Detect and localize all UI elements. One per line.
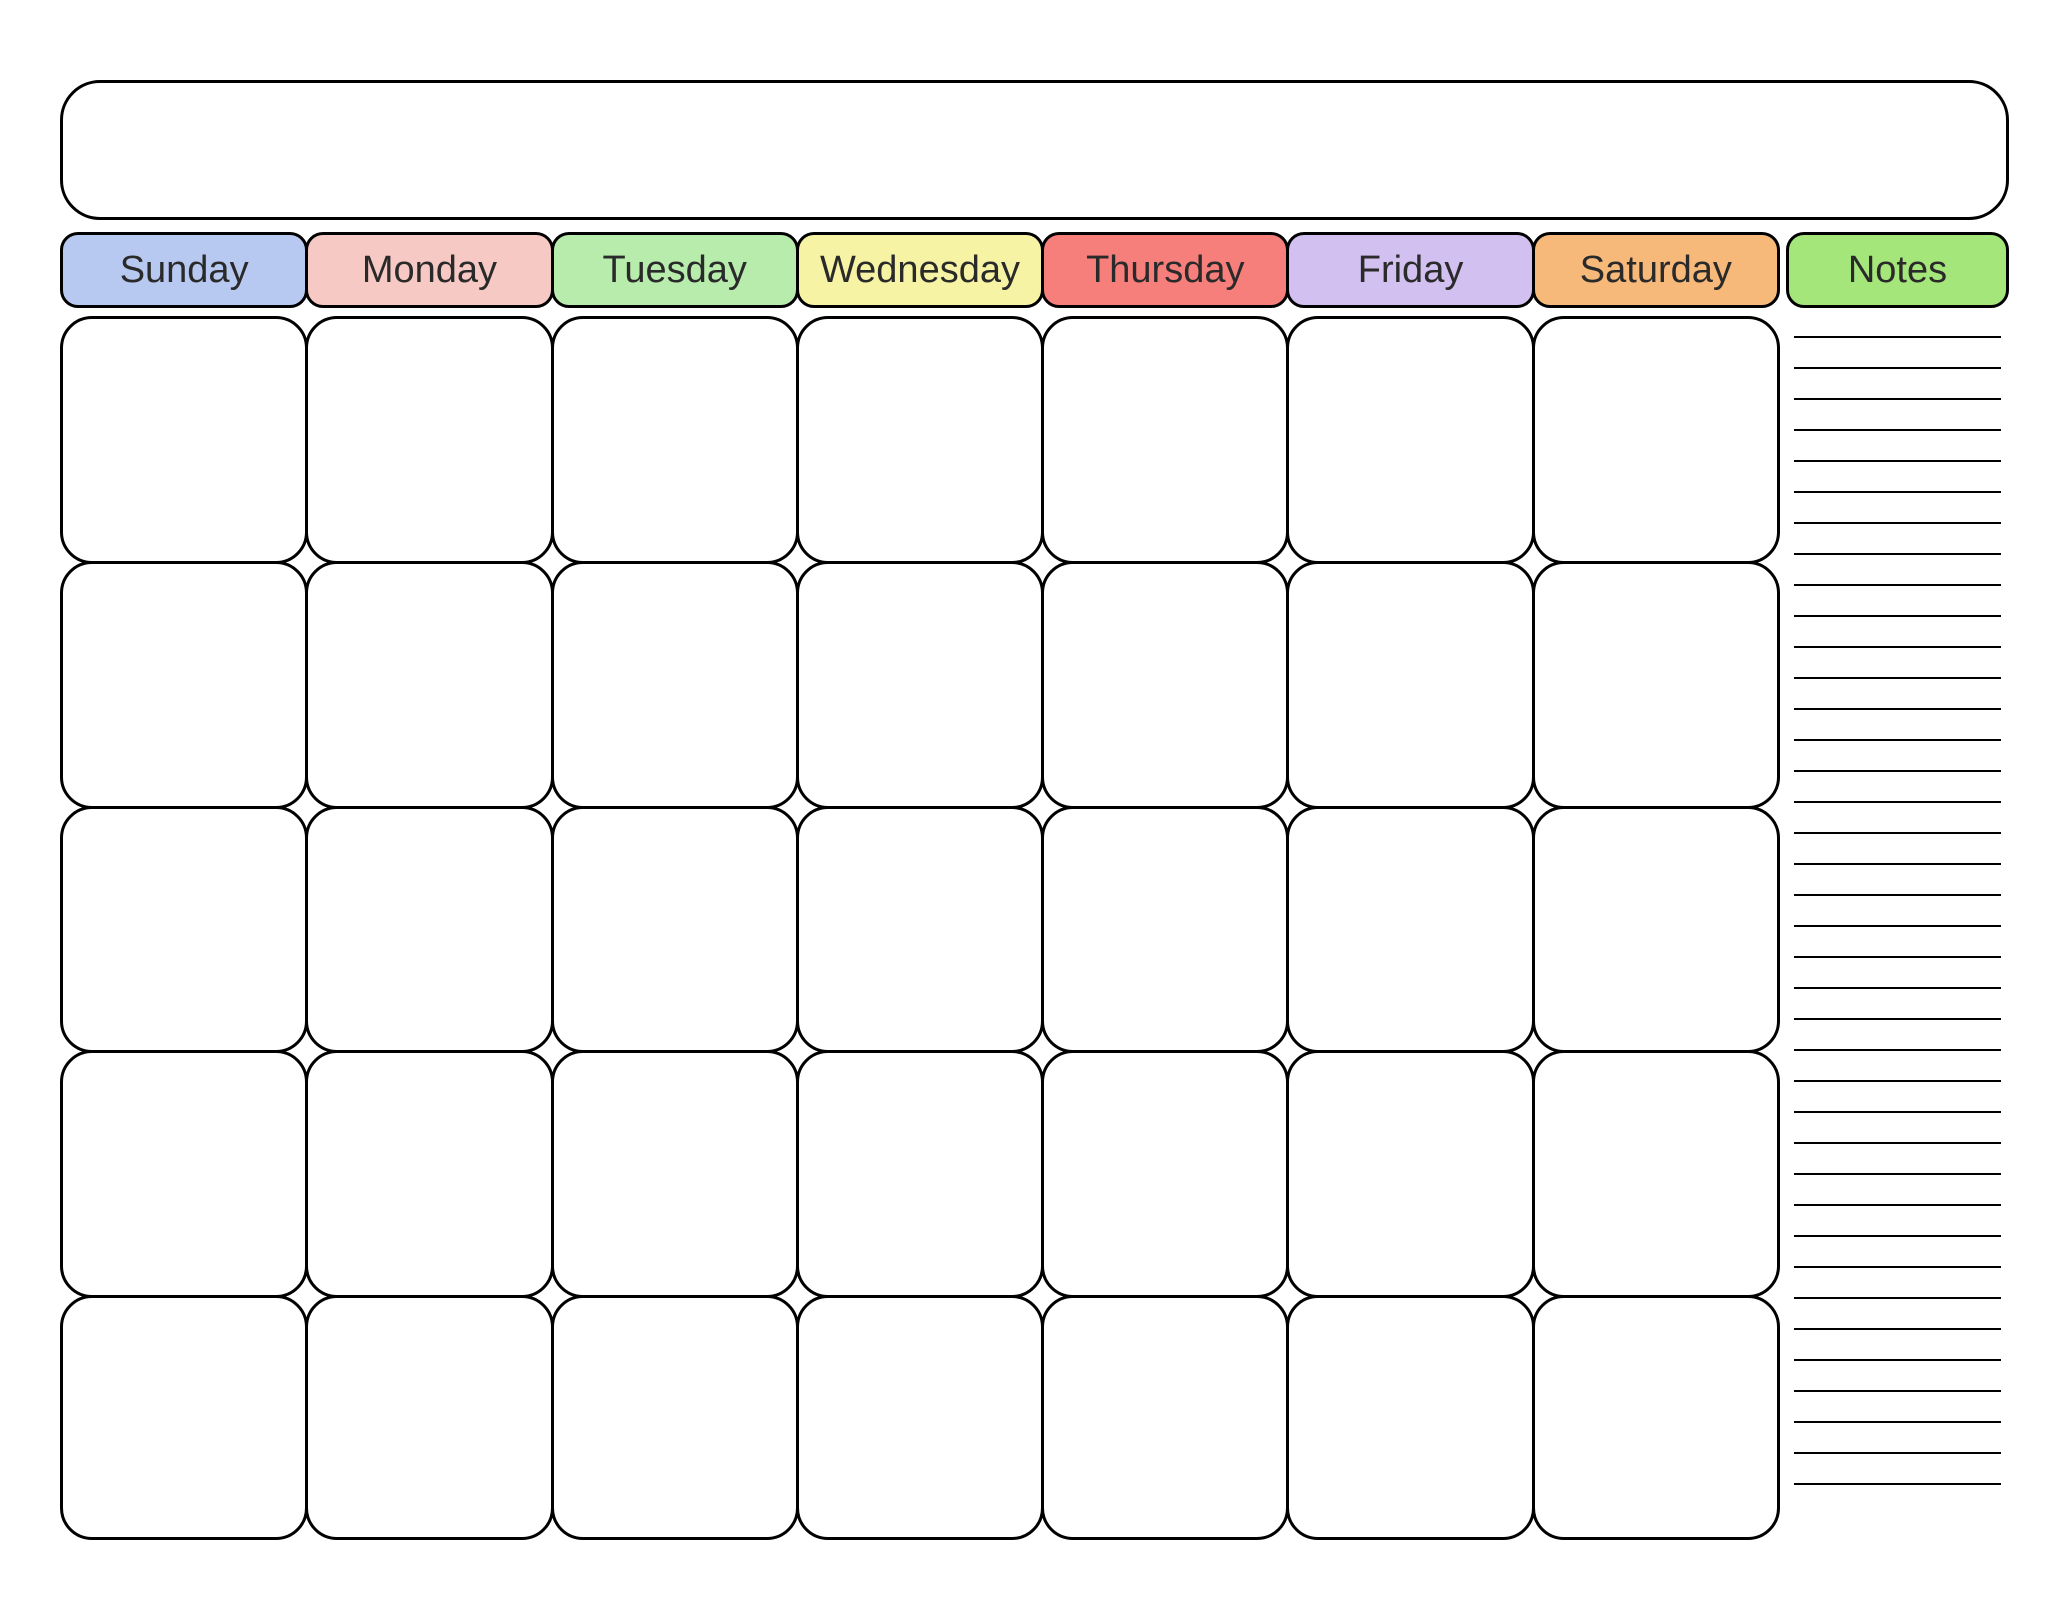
- note-line: [1794, 615, 2001, 617]
- notes-lines[interactable]: [1786, 308, 2009, 1540]
- day-cell[interactable]: [551, 1295, 799, 1540]
- note-line: [1794, 1018, 2001, 1020]
- day-header-row: Sunday Monday Tuesday Wednesday Thursday…: [60, 232, 1780, 308]
- note-line: [1794, 1111, 2001, 1113]
- calendar-row: [60, 806, 1780, 1051]
- calendar-grid-container: Sunday Monday Tuesday Wednesday Thursday…: [60, 232, 1780, 1540]
- note-line: [1794, 1204, 2001, 1206]
- note-line: [1794, 1452, 2001, 1454]
- day-cell[interactable]: [1532, 1050, 1780, 1298]
- note-line: [1794, 367, 2001, 369]
- day-cell[interactable]: [60, 561, 308, 809]
- note-line: [1794, 1080, 2001, 1082]
- note-line: [1794, 1359, 2001, 1361]
- note-line: [1794, 1328, 2001, 1330]
- day-cell[interactable]: [1286, 1295, 1534, 1540]
- day-cell[interactable]: [551, 561, 799, 809]
- note-line: [1794, 987, 2001, 989]
- day-cell[interactable]: [796, 316, 1044, 564]
- note-line: [1794, 1421, 2001, 1423]
- notes-panel: Notes: [1786, 232, 2009, 1540]
- day-header-saturday: Saturday: [1532, 232, 1780, 308]
- day-header-friday: Friday: [1286, 232, 1534, 308]
- note-line: [1794, 708, 2001, 710]
- day-cell[interactable]: [1286, 561, 1534, 809]
- note-line: [1794, 894, 2001, 896]
- note-line: [1794, 1049, 2001, 1051]
- note-line: [1794, 956, 2001, 958]
- day-cell[interactable]: [551, 1050, 799, 1298]
- day-cell[interactable]: [1532, 1295, 1780, 1540]
- day-header-thursday: Thursday: [1041, 232, 1289, 308]
- note-line: [1794, 677, 2001, 679]
- note-line: [1794, 398, 2001, 400]
- note-line: [1794, 336, 2001, 338]
- day-cell[interactable]: [1532, 806, 1780, 1054]
- day-cell[interactable]: [551, 806, 799, 1054]
- day-header-sunday: Sunday: [60, 232, 308, 308]
- calendar-row: [60, 316, 1780, 561]
- day-cell[interactable]: [1286, 1050, 1534, 1298]
- day-cell[interactable]: [1286, 806, 1534, 1054]
- day-cell[interactable]: [305, 1295, 553, 1540]
- note-line: [1794, 1142, 2001, 1144]
- day-cell[interactable]: [305, 561, 553, 809]
- day-cell[interactable]: [60, 1050, 308, 1298]
- calendar-grid: [60, 316, 1780, 1540]
- notes-header: Notes: [1786, 232, 2009, 308]
- day-cell[interactable]: [1532, 316, 1780, 564]
- note-line: [1794, 801, 2001, 803]
- day-cell[interactable]: [1041, 1295, 1289, 1540]
- day-cell[interactable]: [60, 806, 308, 1054]
- note-line: [1794, 429, 2001, 431]
- day-cell[interactable]: [796, 1050, 1044, 1298]
- day-cell[interactable]: [60, 316, 308, 564]
- note-line: [1794, 1297, 2001, 1299]
- note-line: [1794, 863, 2001, 865]
- day-cell[interactable]: [551, 316, 799, 564]
- day-cell[interactable]: [796, 1295, 1044, 1540]
- note-line: [1794, 770, 2001, 772]
- note-line: [1794, 584, 2001, 586]
- calendar-row: [60, 561, 1780, 806]
- day-header-wednesday: Wednesday: [796, 232, 1044, 308]
- note-line: [1794, 491, 2001, 493]
- note-line: [1794, 460, 2001, 462]
- day-header-monday: Monday: [305, 232, 553, 308]
- title-bar[interactable]: [60, 80, 2009, 220]
- day-cell[interactable]: [305, 316, 553, 564]
- calendar-template: Sunday Monday Tuesday Wednesday Thursday…: [60, 80, 2009, 1540]
- day-cell[interactable]: [1041, 561, 1289, 809]
- note-line: [1794, 1266, 2001, 1268]
- note-line: [1794, 646, 2001, 648]
- day-header-tuesday: Tuesday: [551, 232, 799, 308]
- day-cell[interactable]: [305, 1050, 553, 1298]
- note-line: [1794, 832, 2001, 834]
- day-cell[interactable]: [1041, 1050, 1289, 1298]
- day-cell[interactable]: [796, 561, 1044, 809]
- calendar-row: [60, 1295, 1780, 1540]
- note-line: [1794, 1235, 2001, 1237]
- calendar-row: [60, 1050, 1780, 1295]
- day-cell[interactable]: [796, 806, 1044, 1054]
- note-line: [1794, 1483, 2001, 1485]
- note-line: [1794, 553, 2001, 555]
- day-cell[interactable]: [1532, 561, 1780, 809]
- day-cell[interactable]: [305, 806, 553, 1054]
- day-cell[interactable]: [60, 1295, 308, 1540]
- day-cell[interactable]: [1041, 316, 1289, 564]
- note-line: [1794, 1390, 2001, 1392]
- note-line: [1794, 1173, 2001, 1175]
- day-cell[interactable]: [1041, 806, 1289, 1054]
- note-line: [1794, 522, 2001, 524]
- note-line: [1794, 739, 2001, 741]
- day-cell[interactable]: [1286, 316, 1534, 564]
- note-line: [1794, 925, 2001, 927]
- main-area: Sunday Monday Tuesday Wednesday Thursday…: [60, 232, 2009, 1540]
